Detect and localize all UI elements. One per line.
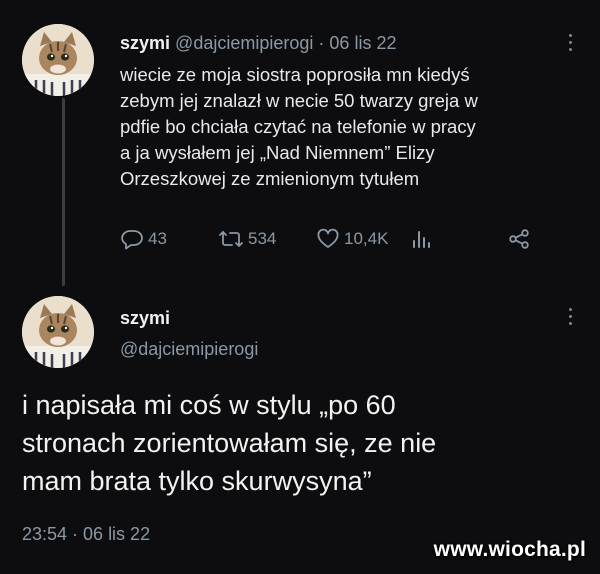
- retweet-icon: [219, 231, 243, 247]
- tweet-text-line: pdfie bo chciała czytać na telefonie w p…: [120, 116, 476, 137]
- tweet-text-line: stronach zorientowałam się, ze nie: [22, 428, 437, 458]
- reply-button[interactable]: 43: [120, 228, 167, 250]
- retweet-count: 534: [248, 229, 277, 248]
- like-count: 10,4K: [344, 229, 389, 248]
- tweet-text-line: mam brata tylko skurwysyna”: [22, 466, 372, 496]
- cat-avatar-icon[interactable]: [22, 296, 94, 368]
- reply-icon: [121, 230, 143, 250]
- tweet-actions-bar: 43 534 10,4K: [120, 228, 540, 254]
- like-icon: [317, 228, 339, 248]
- share-button[interactable]: [508, 228, 530, 250]
- retweet-button[interactable]: 534: [218, 228, 276, 250]
- tweet-2[interactable]: szymi @dajciemipierogi i napisała mi coś…: [0, 288, 600, 574]
- share-icon: [509, 229, 529, 249]
- more-options-icon[interactable]: [566, 34, 574, 54]
- cat-avatar-icon[interactable]: [22, 24, 94, 96]
- tweet-1[interactable]: szymi @dajciemipierogi · 06 lis 22 wieci…: [0, 0, 600, 288]
- tweet-header: szymi @dajciemipierogi · 06 lis 22: [120, 33, 396, 54]
- author-name[interactable]: szymi: [120, 33, 170, 53]
- author-handle[interactable]: @dajciemipierogi: [120, 339, 258, 360]
- tweet-text-line: Orzeszkowej ze zmienionym tytułem: [120, 168, 420, 189]
- analytics-icon: [413, 231, 430, 248]
- author-name[interactable]: szymi: [120, 308, 170, 329]
- watermark: www.wiocha.pl: [433, 538, 586, 561]
- tweet-text: i napisała mi coś w stylu „po 60 stronac…: [22, 386, 592, 500]
- author-handle[interactable]: @dajciemipierogi: [175, 33, 313, 53]
- reply-count: 43: [148, 229, 167, 248]
- tweet-text-line: a ja wysłałem jej „Nad Niemnem” Elizy: [120, 142, 435, 163]
- tweet-text-line: i napisała mi coś w stylu „po 60: [22, 390, 396, 420]
- tweet-date[interactable]: 06 lis 22: [329, 33, 396, 53]
- separator: ·: [318, 33, 325, 53]
- analytics-button[interactable]: [410, 228, 432, 250]
- tweet-text: wiecie ze moja siostra poprosiła mn kied…: [120, 62, 590, 192]
- tweet-text-line: zebym jej znalazł w necie 50 twarzy grej…: [120, 90, 478, 111]
- like-button[interactable]: 10,4K: [316, 228, 388, 250]
- tweet-timestamp[interactable]: 23:54 · 06 lis 22: [22, 524, 150, 545]
- tweet-text-line: wiecie ze moja siostra poprosiła mn kied…: [120, 64, 470, 85]
- more-options-icon[interactable]: [566, 308, 574, 328]
- thread-connector-line: [62, 98, 65, 286]
